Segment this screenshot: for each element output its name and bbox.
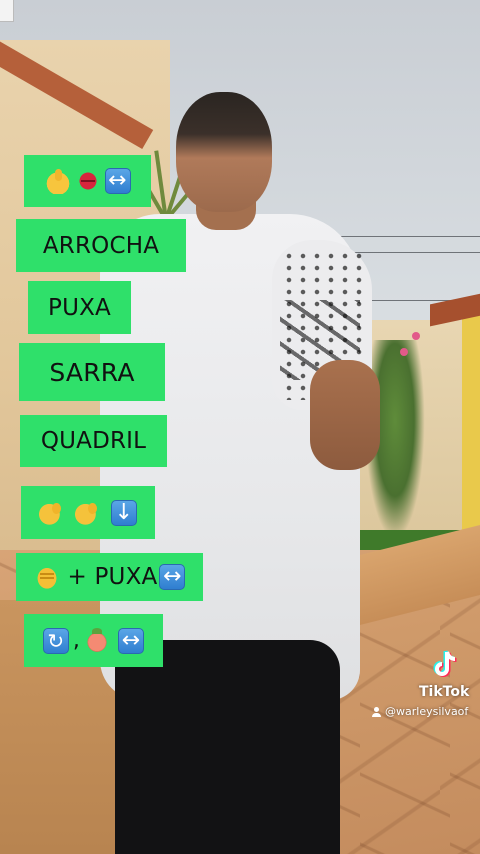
flexed-biceps-icon xyxy=(39,499,65,526)
arm xyxy=(310,360,380,470)
tiktok-logo-icon xyxy=(432,649,460,681)
caption-text: QUADRIL xyxy=(40,428,147,454)
caption-fist-puxa-arrow: + PUXA xyxy=(16,553,203,601)
thumbs-up-icon xyxy=(44,168,71,194)
down-arrow-icon xyxy=(111,499,137,526)
cycle-arrows-icon xyxy=(42,627,69,654)
caption-arrocha: ARROCHA xyxy=(16,219,186,272)
tiktok-username: @warleysilvaof xyxy=(372,705,468,718)
corner-fragment xyxy=(0,0,14,22)
caption-emoji-biceps-down xyxy=(21,486,155,539)
caption-text: + PUXA xyxy=(67,564,158,590)
flexed-biceps-icon xyxy=(75,499,101,526)
oncoming-fist-icon xyxy=(33,564,60,590)
caption-text: SARRA xyxy=(49,357,135,387)
user-icon xyxy=(372,706,381,717)
caption-emoji-cycle-peach-arrow: , xyxy=(24,614,163,667)
head xyxy=(176,92,272,212)
peach-icon xyxy=(84,627,111,654)
left-right-arrow-icon xyxy=(159,564,186,590)
tiktok-brand-label: TikTok xyxy=(419,684,470,700)
lips-icon xyxy=(74,168,101,194)
caption-quadril: QUADRIL xyxy=(20,415,167,467)
caption-text: ARROCHA xyxy=(42,232,160,259)
caption-text: PUXA xyxy=(48,294,111,321)
caption-sarra: SARRA xyxy=(19,343,165,401)
black-shorts xyxy=(115,640,340,854)
left-right-arrow-icon xyxy=(104,168,131,194)
caption-emoji-thumbs-lips-arrow xyxy=(24,155,151,207)
username-text: @warleysilvaof xyxy=(385,705,469,718)
comma-separator: , xyxy=(72,628,81,653)
left-right-arrow-icon xyxy=(118,627,145,654)
caption-puxa: PUXA xyxy=(28,281,131,334)
